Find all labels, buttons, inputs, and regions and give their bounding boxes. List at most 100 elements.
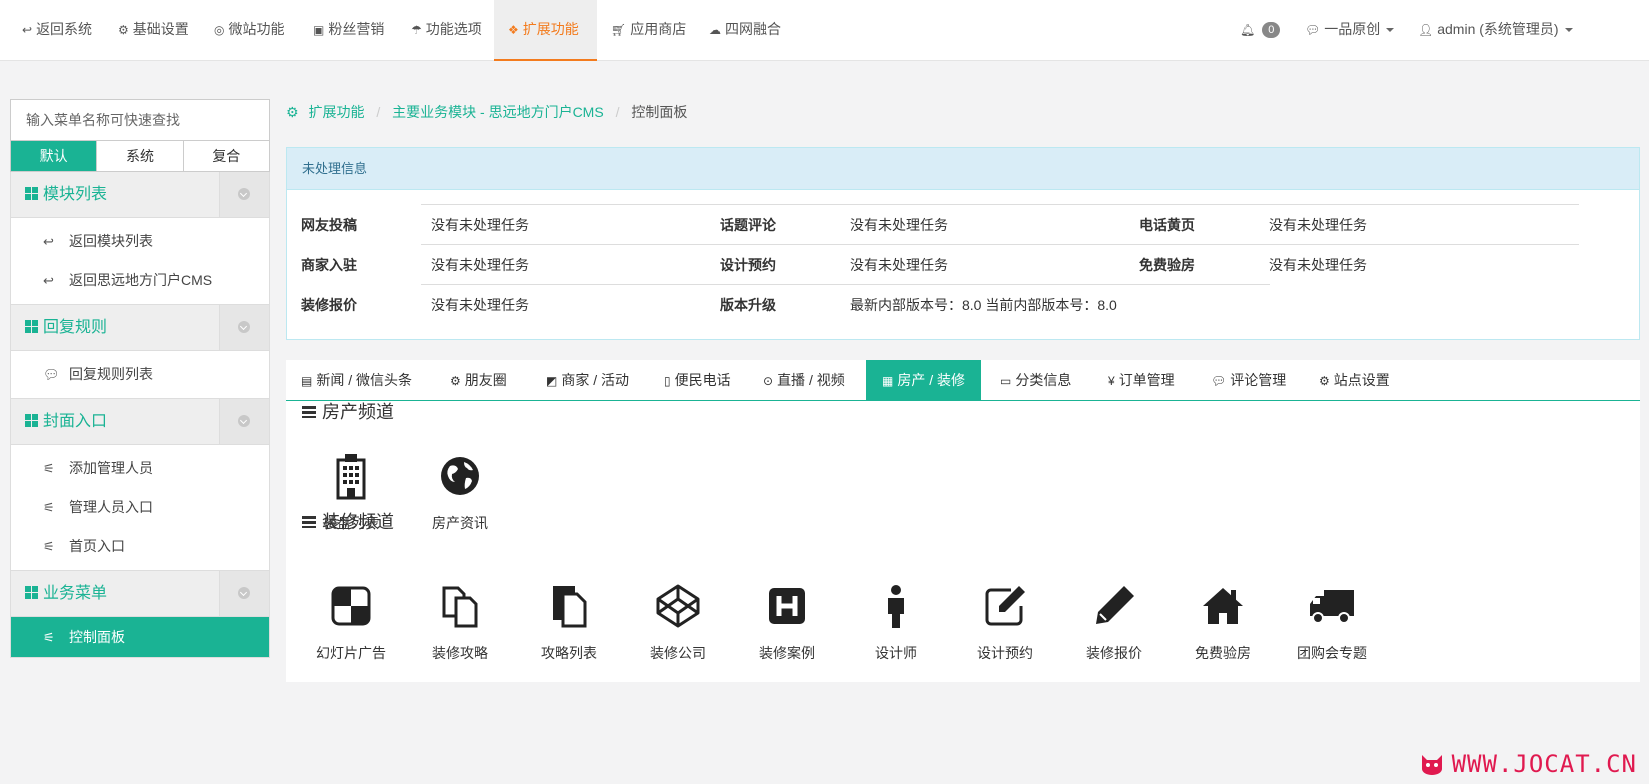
group-module-list[interactable]: 模块列表 bbox=[10, 172, 270, 218]
tile-designer[interactable]: 设计师 bbox=[841, 582, 951, 663]
grid-icon bbox=[25, 414, 38, 427]
cogs-icon: ⚙ bbox=[286, 104, 299, 120]
bars-icon bbox=[302, 406, 316, 418]
account-switcher[interactable]: 💬︎ 一品原创 bbox=[1305, 0, 1395, 61]
reply-icon: ↩ bbox=[43, 273, 54, 288]
tab-comments[interactable]: 💬︎ 评论管理 bbox=[1211, 360, 1286, 400]
group-toggle[interactable] bbox=[219, 399, 269, 444]
tile-group-buy[interactable]: 团购会专题 bbox=[1277, 582, 1387, 663]
sidebar-item-back-modules[interactable]: ↩ 返回模块列表 bbox=[11, 222, 269, 261]
cogs-icon: ⚙ bbox=[1319, 374, 1330, 388]
pending-row: 电话黄页 没有未处理任务 bbox=[1139, 204, 1579, 244]
group-toggle[interactable] bbox=[219, 305, 269, 350]
menu-search-input[interactable] bbox=[11, 100, 269, 140]
sidebar-item-home-entry[interactable]: ⚟ 首页入口 bbox=[11, 527, 269, 566]
puzzle-icon: ⚟ bbox=[43, 539, 55, 554]
tile-decor-guide[interactable]: 装修攻略 bbox=[405, 582, 515, 663]
codepen-icon bbox=[656, 584, 700, 628]
sidebar-tab-composite[interactable]: 复合 bbox=[182, 141, 269, 171]
tab-house[interactable]: ▦ 房产 / 装修 bbox=[866, 360, 981, 400]
nav-four-net[interactable]: ☁ 四网融合 bbox=[709, 0, 781, 61]
nav-extensions[interactable]: ❖ 扩展功能 bbox=[494, 0, 597, 61]
top-navbar: ↩ 返回系统 ⚙ 基础设置 ◎ 微站功能 ▣ 粉丝营销 ☂ 功能选项 ❖ 扩展功能 🛒︎ 应用… bbox=[0, 0, 1649, 61]
group-business-menu[interactable]: 业务菜单 bbox=[10, 571, 270, 617]
cat-logo-icon bbox=[1421, 755, 1442, 775]
chevron-circle-down-icon bbox=[238, 321, 250, 333]
chevron-circle-down-icon bbox=[238, 188, 250, 200]
section-decor-title: 装修频道 bbox=[302, 510, 394, 534]
breadcrumb-module[interactable]: 主要业务模块 - 思远地方门户CMS bbox=[392, 104, 604, 120]
pending-row: 版本升级 最新内部版本号：8.0 当前内部版本号：8.0 bbox=[720, 284, 1270, 324]
group-toggle[interactable] bbox=[219, 571, 269, 616]
tile-decor-quote[interactable]: 装修报价 bbox=[1059, 582, 1169, 663]
building-icon bbox=[336, 454, 366, 500]
nav-basic-settings[interactable]: ⚙ 基础设置 bbox=[118, 0, 189, 61]
bars-icon bbox=[302, 516, 316, 528]
sidebar-item-reply-list[interactable]: 💬︎ 回复规则列表 bbox=[11, 355, 269, 394]
lifebuoy-icon: ◎ bbox=[214, 23, 225, 37]
tile-design-booking[interactable]: 设计预约 bbox=[950, 582, 1060, 663]
pending-column: 电话黄页 没有未处理任务 免费验房 没有未处理任务 bbox=[1139, 204, 1579, 284]
sidebar-item-add-admin[interactable]: ⚟ 添加管理人员 bbox=[11, 449, 269, 488]
tab-live[interactable]: ⊙ 直播 / 视频 bbox=[763, 360, 845, 400]
bell-icon: 🔔︎ bbox=[1240, 23, 1256, 37]
cubes-icon: ❖ bbox=[508, 23, 519, 37]
edit-icon bbox=[985, 586, 1025, 626]
group-toggle[interactable] bbox=[219, 172, 269, 217]
tile-decor-cases[interactable]: 装修案例 bbox=[732, 582, 842, 663]
comments-icon: 💬︎ bbox=[1305, 23, 1321, 37]
reply-icon: ↩ bbox=[43, 234, 54, 249]
tile-house-news[interactable]: 房产资讯 bbox=[405, 452, 515, 533]
chevron-down-icon bbox=[1564, 28, 1573, 32]
grid-icon bbox=[25, 187, 38, 200]
group-reply-rules[interactable]: 回复规则 bbox=[10, 305, 270, 351]
group-cover-entry[interactable]: 封面入口 bbox=[10, 399, 270, 445]
yen-icon: ¥ bbox=[1108, 374, 1115, 388]
reply-icon: ↩ bbox=[22, 23, 33, 37]
truck-icon bbox=[1310, 590, 1354, 624]
sidebar: 默认 系统 复合 模块列表 ↩返回模块列表 ↩返回思远地方门户CMS 回复规则 … bbox=[10, 99, 270, 658]
panel-title: 未处理信息 bbox=[287, 148, 1639, 190]
building-icon: ▦ bbox=[881, 374, 894, 388]
tab-moments[interactable]: ⚙ 朋友圈 bbox=[450, 360, 507, 400]
tab-news[interactable]: ▤ 新闻 / 微信头条 bbox=[301, 360, 412, 400]
sidebar-item-admin-entry[interactable]: ⚟ 管理人员入口 bbox=[11, 488, 269, 527]
sidebar-tab-default[interactable]: 默认 bbox=[11, 141, 97, 171]
comments-icon: 💬︎ bbox=[43, 367, 60, 382]
user-menu[interactable]: 👤︎ admin (系统管理员) bbox=[1418, 0, 1573, 61]
tab-phone[interactable]: ▯ 便民电话 bbox=[664, 360, 731, 400]
tab-orders[interactable]: ¥ 订单管理 bbox=[1108, 360, 1175, 400]
nav-app-store[interactable]: 🛒︎ 应用商店 bbox=[611, 0, 686, 61]
sidebar-tab-system[interactable]: 系统 bbox=[96, 141, 182, 171]
tile-decor-company[interactable]: 装修公司 bbox=[623, 582, 733, 663]
nav-back-system[interactable]: ↩ 返回系统 bbox=[22, 0, 92, 61]
tile-free-inspection[interactable]: 免费验房 bbox=[1168, 582, 1278, 663]
delicious-icon bbox=[331, 586, 371, 626]
tab-site-settings[interactable]: ⚙ 站点设置 bbox=[1319, 360, 1390, 400]
tab-classifieds[interactable]: ▭ 分类信息 bbox=[1000, 360, 1071, 400]
nav-micro-site[interactable]: ◎ 微站功能 bbox=[214, 0, 284, 61]
puzzle-icon: ⚟ bbox=[43, 461, 55, 476]
pending-row: 免费验房 没有未处理任务 bbox=[1139, 244, 1579, 284]
sidebar-tabs: 默认 系统 复合 bbox=[10, 140, 270, 172]
sidebar-item-dashboard[interactable]: ⚟ 控制面板 bbox=[11, 617, 269, 657]
module-content: ▤ 新闻 / 微信头条 ⚙ 朋友圈 ◩ 商家 / 活动 ▯ 便民电话 ⊙ 直播 / 视频 … bbox=[286, 360, 1640, 682]
cart-icon: 🛒︎ bbox=[611, 23, 627, 37]
breadcrumb-root[interactable]: 扩展功能 bbox=[308, 104, 364, 120]
tab-merchants[interactable]: ◩ 商家 / 活动 bbox=[546, 360, 629, 400]
delicious-icon: ◩ bbox=[546, 374, 558, 388]
pencil-icon bbox=[1096, 586, 1134, 624]
notifications-button[interactable]: 🔔︎ 0 bbox=[1240, 0, 1281, 61]
pending-info-panel: 未处理信息 网友投稿 没有未处理任务 商家入驻 没有未处理任务 装修报价 没有未处理任… bbox=[286, 147, 1640, 340]
nav-function-options[interactable]: ☂ 功能选项 bbox=[411, 0, 482, 61]
tile-slideshow[interactable]: 幻灯片广告 bbox=[296, 582, 406, 663]
home-icon bbox=[1203, 588, 1243, 624]
chevron-down-icon bbox=[1386, 28, 1395, 32]
notification-count: 0 bbox=[1262, 22, 1281, 38]
nav-fans-marketing[interactable]: ▣ 粉丝营销 bbox=[313, 0, 384, 61]
breadcrumb-current: 控制面板 bbox=[631, 104, 688, 120]
tile-guide-list[interactable]: 攻略列表 bbox=[514, 582, 624, 663]
male-icon bbox=[888, 585, 904, 628]
sidebar-item-back-cms[interactable]: ↩ 返回思远地方门户CMS bbox=[11, 261, 269, 300]
grid-icon bbox=[25, 320, 38, 333]
